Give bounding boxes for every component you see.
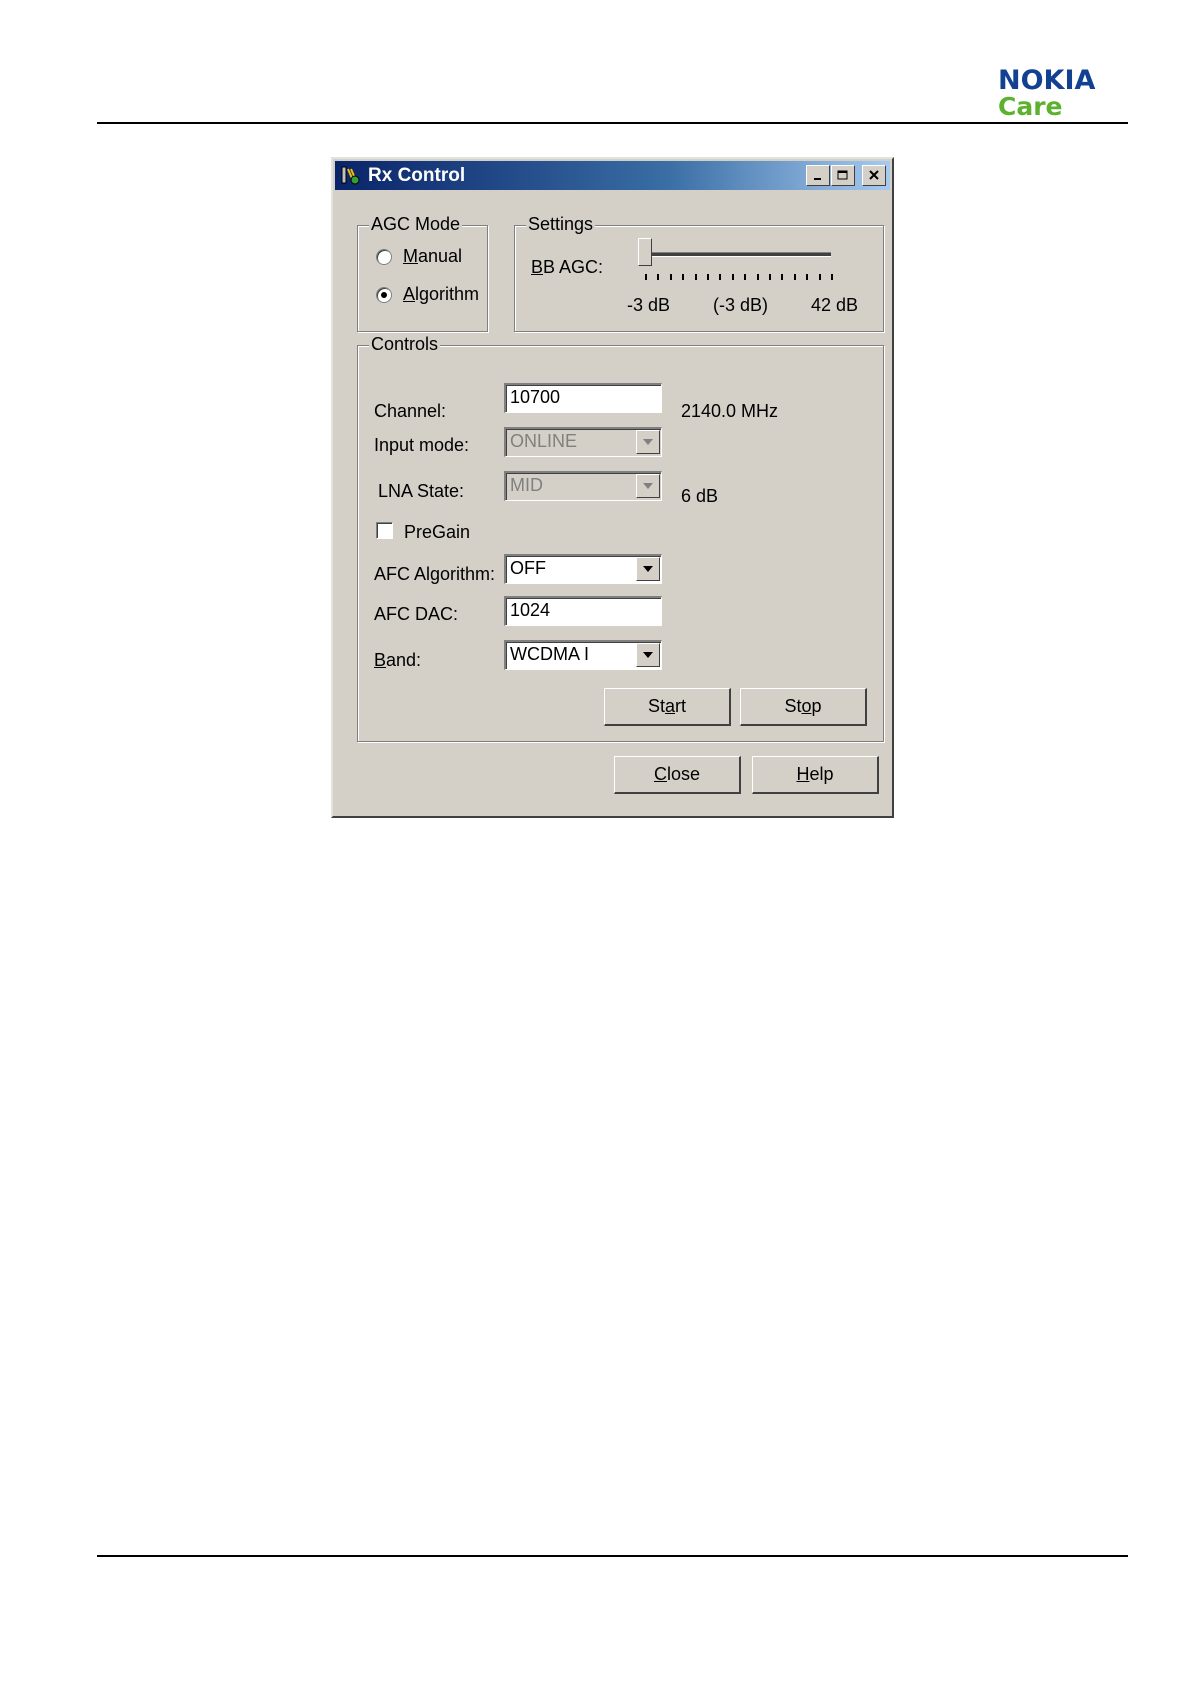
- slider-tick: [645, 274, 647, 280]
- pregain-label[interactable]: PreGain: [404, 522, 470, 543]
- start-label: Start: [647, 696, 687, 716]
- input-mode-dropdown-button: [636, 430, 660, 454]
- stop-button[interactable]: Stop: [740, 688, 867, 726]
- slider-tick: [707, 274, 709, 280]
- nokia-care-logo: NOKIA Care: [998, 66, 1128, 120]
- slider-tick: [744, 274, 747, 280]
- bb-agc-max-label: 42 dB: [811, 295, 859, 315]
- bb-agc-value-label: (-3 dB): [713, 295, 769, 315]
- title-bar[interactable]: Rx Control: [335, 161, 890, 190]
- channel-input[interactable]: 10700: [504, 383, 662, 413]
- band-dropdown-button[interactable]: [636, 643, 660, 667]
- slider-tick: [781, 274, 784, 280]
- slider-tick: [719, 274, 722, 280]
- rx-control-dialog: Rx Control AGC Mode Manual Algorithm Set…: [331, 157, 894, 818]
- manual-label-text: anual: [418, 246, 463, 266]
- mnemonic-char: a: [665, 696, 676, 716]
- minimize-button[interactable]: [806, 165, 830, 186]
- slider-tick: [682, 274, 685, 280]
- footer-rule: [97, 1555, 1128, 1557]
- input-mode-value: ONLINE: [510, 431, 578, 451]
- bb-agc-slider-track: [645, 252, 831, 257]
- controls-group: Controls Channel: 10700 2140.0 MHz Input…: [357, 334, 884, 742]
- logo-sub: Care: [998, 92, 1063, 121]
- band-select[interactable]: WCDMA I: [504, 640, 662, 670]
- afc-dac-label: AFC DAC:: [374, 604, 459, 624]
- band-label: Band:: [374, 650, 422, 670]
- bb-agc-label: BB AGC:: [531, 257, 604, 277]
- close-label: Close: [653, 764, 701, 784]
- algorithm-label[interactable]: Algorithm: [403, 284, 479, 305]
- lna-state-dropdown-button: [636, 474, 660, 498]
- chevron-down-icon: [643, 566, 653, 572]
- settings-group: Settings BB AGC: -3 dB (-3 dB) 42 dB: [514, 214, 884, 332]
- window-title: Rx Control: [368, 165, 466, 186]
- help-button[interactable]: Help: [752, 756, 879, 794]
- afc-dac-input[interactable]: 1024: [504, 596, 662, 626]
- afc-algorithm-value: OFF: [510, 558, 546, 578]
- pregain-checkbox[interactable]: [376, 522, 393, 539]
- agc-mode-legend: AGC Mode: [369, 214, 463, 235]
- lna-state-value: MID: [510, 475, 543, 495]
- lna-state-select: MID: [504, 471, 662, 501]
- input-mode-label: Input mode:: [374, 435, 470, 455]
- mnemonic-char: o: [801, 696, 812, 716]
- close-button[interactable]: Close: [614, 756, 741, 794]
- channel-frequency: 2140.0 MHz: [681, 401, 779, 421]
- manual-label[interactable]: Manual: [403, 246, 462, 267]
- help-label: Help: [796, 764, 834, 784]
- slider-tick: [657, 274, 660, 280]
- algorithm-label-text: lgorithm: [415, 284, 480, 304]
- lna-gain: 6 dB: [681, 486, 719, 506]
- manual-radio[interactable]: [376, 249, 392, 265]
- maximize-button[interactable]: [831, 165, 855, 186]
- band-label-text: and:: [386, 650, 422, 670]
- mnemonic-char: H: [796, 764, 810, 784]
- minimize-icon: [814, 177, 821, 180]
- slider-tick: [769, 274, 771, 280]
- bb-agc-label-text: B AGC:: [543, 257, 604, 277]
- lna-state-label: LNA State:: [378, 481, 465, 501]
- afc-algorithm-select[interactable]: OFF: [504, 554, 662, 584]
- close-icon: [869, 170, 879, 180]
- agc-mode-group: AGC Mode Manual Algorithm: [357, 214, 488, 332]
- radio-selected-dot: [381, 292, 387, 298]
- afc-algorithm-label: AFC Algorithm:: [374, 564, 496, 584]
- algorithm-radio[interactable]: [376, 287, 392, 303]
- bb-agc-slider-thumb[interactable]: [638, 238, 652, 266]
- slider-tick: [694, 274, 697, 280]
- chevron-down-icon: [643, 652, 653, 658]
- close-window-button[interactable]: [862, 165, 886, 186]
- controls-legend: Controls: [369, 334, 441, 355]
- slider-tick: [831, 274, 833, 280]
- slider-tick: [756, 274, 759, 280]
- chevron-down-icon: [643, 439, 653, 445]
- input-mode-select: ONLINE: [504, 427, 662, 457]
- header-rule: [97, 122, 1128, 124]
- slider-tick: [806, 274, 809, 280]
- maximize-icon: [837, 170, 848, 180]
- slider-tick: [818, 274, 821, 280]
- slider-tick: [731, 274, 734, 280]
- afc-algorithm-dropdown-button[interactable]: [636, 557, 660, 581]
- mnemonic-char: C: [653, 764, 667, 784]
- chevron-down-icon: [643, 483, 653, 489]
- slider-tick: [793, 274, 796, 280]
- channel-label: Channel:: [374, 401, 447, 421]
- start-button[interactable]: Start: [604, 688, 731, 726]
- app-icon: [341, 166, 360, 185]
- bb-agc-min-label: -3 dB: [627, 295, 671, 315]
- slider-tick: [669, 274, 672, 280]
- settings-legend: Settings: [526, 214, 596, 235]
- band-value: WCDMA I: [510, 644, 589, 664]
- stop-label: Stop: [784, 696, 822, 716]
